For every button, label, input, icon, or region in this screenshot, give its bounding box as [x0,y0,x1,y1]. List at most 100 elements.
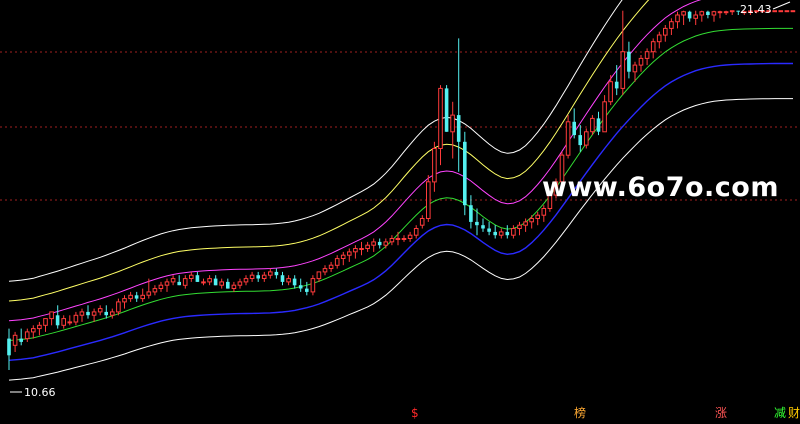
candle-6 [43,318,48,332]
candle-14 [91,308,97,322]
candle-4 [31,325,36,339]
candle-53 [328,261,334,272]
candle-57 [353,245,358,259]
band-line-5 [8,98,793,381]
candle-body [469,205,473,222]
candle-95 [584,128,589,149]
candle-39 [243,275,249,286]
candle-105 [644,48,650,66]
candle-38 [237,278,243,289]
candle-44 [274,268,279,279]
candle-110 [675,11,680,29]
candle-40 [249,271,255,282]
candle-body [584,131,589,146]
candle-body [152,288,158,293]
candle-70 [432,141,437,192]
candle-body [383,241,389,246]
candle-10 [67,315,73,326]
candle-body [31,328,36,333]
candle-body [627,51,631,72]
candle-99 [608,75,613,106]
min-price-label: 10.66 [24,386,56,399]
candle-body [790,10,796,13]
candle-body [86,311,90,316]
candle-body [128,294,133,300]
candle-71 [438,85,443,166]
candle-98 [602,95,607,133]
candle-body [596,118,601,132]
candle-29 [182,275,188,289]
candle-81 [498,228,504,239]
candle-body [493,231,497,236]
candle-body [438,87,443,149]
candle-102 [627,41,631,79]
candle-body [91,311,97,316]
candle-body [177,281,181,286]
candle-body [675,14,680,23]
candle-59 [365,241,370,252]
candle-body [463,141,467,206]
candle-body [481,225,485,229]
candle-body [723,11,729,14]
candle-body [340,254,346,259]
candle-20 [128,291,133,302]
tag-jian: 减 [774,406,787,420]
candle-60 [371,238,376,252]
candle-body [475,221,479,226]
candle-17 [110,308,115,319]
tag-bang: 榜 [574,406,587,420]
candle-body [49,311,54,320]
candle-body [529,218,534,223]
candle-body [650,41,656,53]
candle-26 [164,278,170,292]
candle-body [19,338,23,342]
candle-66 [407,231,413,242]
candle-body [140,294,145,300]
candle-28 [177,275,181,286]
candle-body [170,278,176,283]
candle-75 [463,131,467,216]
candle-body [517,224,522,229]
candle-0 [7,328,11,370]
candle-27 [170,275,176,286]
candle-88 [541,205,547,222]
tag-cai: 财 [788,406,800,420]
candle-48 [298,278,303,292]
candle-74 [456,38,461,172]
candle-118 [723,10,729,15]
candle-body [73,314,79,323]
candle-body [505,231,510,236]
candle-body [122,298,127,303]
candle-body [243,278,249,283]
candle-body [61,318,67,326]
candle-19 [122,295,127,309]
candle-3 [24,328,30,342]
candle-68 [419,215,425,229]
candle-128 [784,10,790,13]
candle-1 [12,331,18,352]
candle-34 [213,275,218,286]
candle-body [669,21,674,29]
candle-73 [450,101,455,159]
candle-body [298,285,303,289]
candle-body [310,278,316,293]
candle-body [590,117,595,133]
candle-body [681,11,686,16]
candle-body [523,221,528,226]
candle-body [419,218,425,226]
candle-85 [523,218,528,232]
candle-body [699,11,705,16]
candle-13 [86,305,90,319]
candle-35 [219,278,224,289]
candle-36 [226,278,230,289]
candle-body [347,251,352,256]
candle-93 [572,108,576,139]
candle-92 [565,115,571,159]
candle-body [353,248,358,253]
candle-52 [322,265,328,276]
candle-body [24,331,30,340]
tag-zhang: 涨 [715,406,728,420]
candle-32 [201,278,206,286]
candle-body [249,274,255,280]
candle-body [158,284,164,290]
